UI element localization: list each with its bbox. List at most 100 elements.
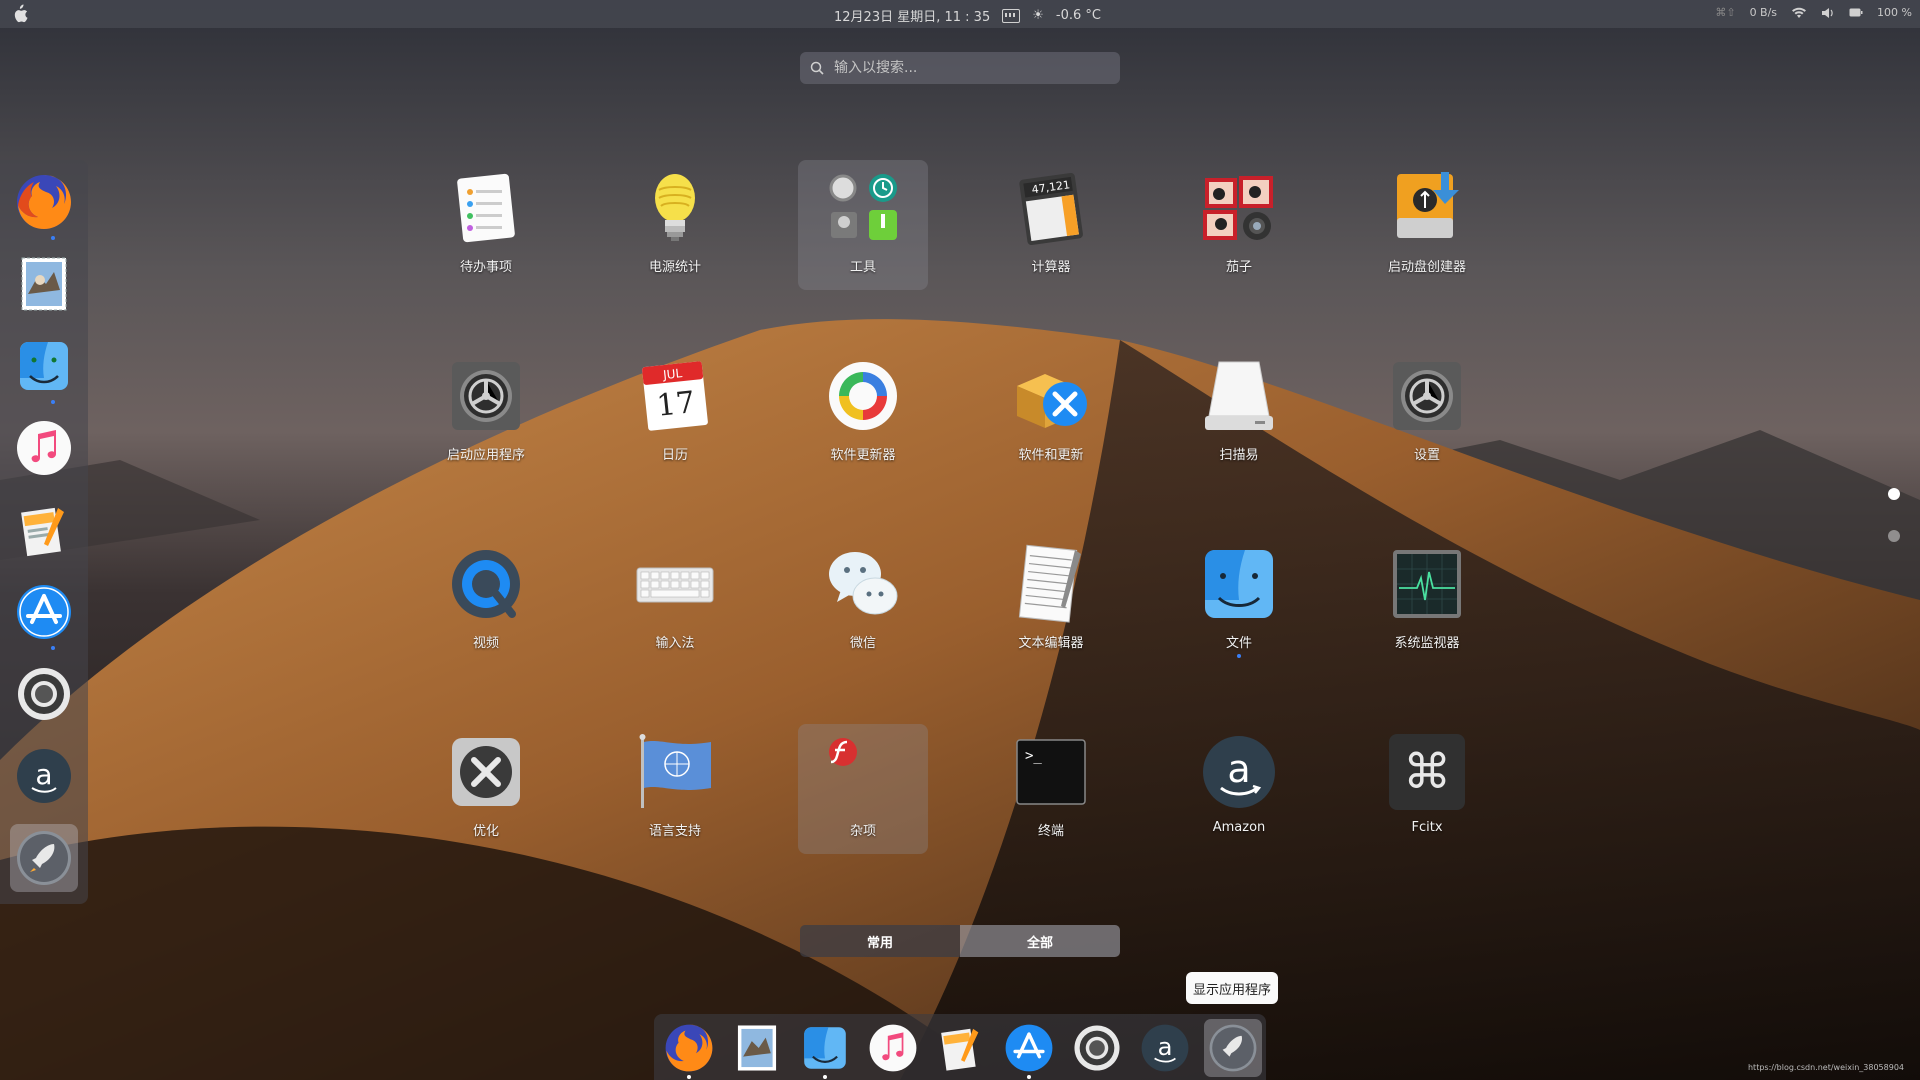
app-software-updater[interactable]: 软件更新器 <box>798 348 928 478</box>
app-label: 日历 <box>661 448 688 463</box>
app-calendar[interactable]: JUL 17 日历 <box>610 348 740 478</box>
left-dock-finder[interactable] <box>10 332 78 404</box>
dock-mail[interactable] <box>728 1019 786 1077</box>
app-reminders[interactable]: 待办事项 <box>421 160 551 290</box>
launchpad-rocket-icon <box>17 831 71 885</box>
app-settings[interactable]: 设置 <box>1362 348 1492 478</box>
left-dock-pages[interactable] <box>10 496 78 564</box>
search-input[interactable] <box>832 59 1106 77</box>
app-label: 工具 <box>849 260 876 275</box>
music-note-icon <box>17 421 71 475</box>
tab-frequent[interactable]: 常用 <box>800 925 960 957</box>
weather-temperature[interactable]: -0.6 °C <box>1056 8 1101 23</box>
reminders-icon <box>457 173 515 243</box>
left-dock-mail[interactable] <box>10 250 78 318</box>
clock-datetime[interactable]: 12月23日 星期日, 11 : 35 <box>834 6 990 25</box>
weather-sun-icon: ☀ <box>1032 8 1044 23</box>
app-label: 启动盘创建器 <box>1387 260 1466 275</box>
dock-music[interactable] <box>864 1019 922 1077</box>
tools-folder-icon <box>829 174 897 240</box>
app-files[interactable]: 文件 <box>1174 536 1304 666</box>
apple-logo-icon[interactable] <box>10 4 28 24</box>
keyboard-indicator-icon[interactable] <box>1002 8 1021 23</box>
dock-finder[interactable] <box>796 1019 854 1079</box>
battery-icon[interactable] <box>1849 8 1863 17</box>
app-label: 视频 <box>472 636 499 651</box>
software-updater-icon <box>829 362 897 430</box>
app-simple-scan[interactable]: 扫描易 <box>1174 348 1304 478</box>
search-icon <box>810 61 824 75</box>
app-software-and-updates[interactable]: 软件和更新 <box>986 348 1116 478</box>
launchpad-rocket-icon <box>1209 1024 1257 1072</box>
page-indicator-2[interactable] <box>1888 530 1900 542</box>
left-dock-help[interactable] <box>10 660 78 728</box>
lightbulb-icon <box>655 174 695 241</box>
left-dock-amazon[interactable]: a <box>10 742 78 810</box>
dock-pages[interactable] <box>932 1019 990 1077</box>
app-label: 扫描易 <box>1219 448 1259 463</box>
app-label: 设置 <box>1413 448 1440 463</box>
terminal-icon: >_ <box>1016 739 1086 805</box>
app-label: Amazon <box>1212 820 1266 835</box>
tab-all[interactable]: 全部 <box>960 925 1120 957</box>
svg-text:a: a <box>35 758 52 791</box>
app-system-monitor[interactable]: 系统监视器 <box>1362 536 1492 666</box>
top-panel: 12月23日 星期日, 11 : 35 ☀ -0.6 °C ⌘⇧ 0 B/s 1… <box>0 0 1920 28</box>
amazon-icon: a <box>1141 1024 1189 1072</box>
shortcut-indicator[interactable]: ⌘⇧ <box>1715 6 1735 19</box>
app-tweaks[interactable]: 优化 <box>421 724 551 854</box>
dock-help[interactable] <box>1068 1019 1126 1077</box>
app-wechat[interactable]: 微信 <box>798 536 928 666</box>
running-indicator <box>1237 654 1241 658</box>
app-label: 微信 <box>849 636 876 651</box>
left-dock-launchpad[interactable] <box>10 824 78 892</box>
app-store-icon <box>1005 1024 1053 1072</box>
running-indicator <box>687 1075 691 1079</box>
app-folder-misc[interactable]: 杂项 <box>798 724 928 854</box>
wifi-icon[interactable] <box>1791 7 1807 19</box>
net-speed[interactable]: 0 B/s <box>1750 6 1777 19</box>
app-label: 文件 <box>1225 636 1252 651</box>
battery-level[interactable]: 100 % <box>1877 6 1912 19</box>
app-terminal[interactable]: >_ 终端 <box>986 724 1116 854</box>
app-folder-tools[interactable]: 工具 <box>798 160 928 290</box>
calculator-icon: 47,121 <box>1019 172 1083 246</box>
dock-launchpad[interactable] <box>1204 1019 1262 1077</box>
app-input-method[interactable]: 输入法 <box>610 536 740 666</box>
app-amazon[interactable]: a Amazon <box>1174 724 1304 854</box>
page-indicator-1[interactable] <box>1888 488 1900 500</box>
launcher-search-box[interactable] <box>800 52 1120 84</box>
calendar-month: JUL <box>662 366 684 382</box>
app-power-statistics[interactable]: 电源统计 <box>610 160 740 290</box>
optimize-tools-icon <box>452 738 520 806</box>
terminal-prompt: >_ <box>1025 748 1042 764</box>
left-dock-firefox[interactable] <box>10 168 78 240</box>
app-calculator[interactable]: 47,121 计算器 <box>986 160 1116 290</box>
lifebuoy-help-icon <box>18 668 70 720</box>
amazon-icon: a <box>1203 736 1275 808</box>
app-startup-applications[interactable]: 启动应用程序 <box>421 348 551 478</box>
app-label: 计算器 <box>1031 260 1071 275</box>
pages-document-icon <box>21 507 64 557</box>
app-usb-creator[interactable]: 启动盘创建器 <box>1362 160 1492 290</box>
volume-icon[interactable] <box>1821 7 1835 19</box>
firefox-icon <box>17 175 71 229</box>
app-cheese[interactable]: 茄子 <box>1174 160 1304 290</box>
dock-firefox[interactable] <box>660 1019 718 1079</box>
app-videos[interactable]: 视频 <box>421 536 551 666</box>
app-language-support[interactable]: 语言支持 <box>610 724 740 854</box>
usb-creator-icon <box>1397 172 1459 238</box>
amazon-icon: a <box>17 749 71 803</box>
app-label: 待办事项 <box>459 260 512 275</box>
quicktime-icon <box>452 550 520 618</box>
finder-icon <box>1205 550 1273 618</box>
left-dock-app-store[interactable] <box>10 578 78 650</box>
app-text-editor[interactable]: 文本编辑器 <box>986 536 1116 666</box>
left-dock-music[interactable] <box>10 414 78 482</box>
app-label: 输入法 <box>655 636 695 651</box>
app-fcitx[interactable]: ⌘ Fcitx <box>1362 724 1492 854</box>
settings-gear-icon <box>1393 362 1461 430</box>
dock-app-store[interactable] <box>1000 1019 1058 1079</box>
calendar-icon: JUL 17 <box>642 361 708 431</box>
dock-amazon[interactable]: a <box>1136 1019 1194 1077</box>
